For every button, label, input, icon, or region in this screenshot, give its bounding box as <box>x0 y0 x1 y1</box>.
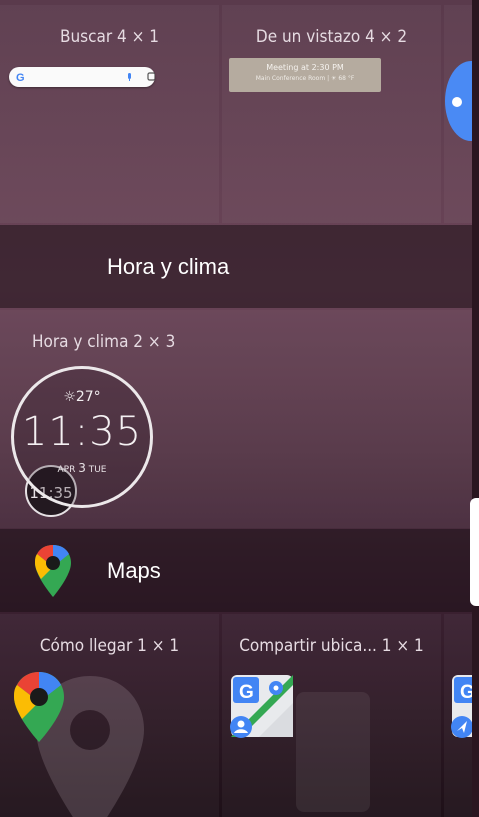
share-location-bg-shape <box>296 692 370 812</box>
widget-clock-title: Hora y clima 2 × 3 <box>32 332 176 352</box>
widget-search-cell[interactable]: Buscar 4 × 1 G <box>0 5 219 223</box>
widget-glance-title: De un vistazo 4 × 2 <box>255 27 408 47</box>
svg-text:G: G <box>239 682 254 703</box>
glance-widget-preview: Meeting at 2:30 PM Main Conference Room … <box>229 58 381 92</box>
clock-date: APR 3 TUE <box>14 461 150 475</box>
glance-event-title: Meeting at 2:30 PM <box>266 63 344 72</box>
share-location-maps-icon: G <box>230 675 293 738</box>
widget-third-row2-cell[interactable]: G <box>444 614 472 817</box>
widget-share-location-title: Compartir ubica... 1 × 1 <box>239 636 424 656</box>
clock-app-label: Hora y clima <box>107 253 230 279</box>
assistant-dot-icon <box>452 97 462 107</box>
screen-right-edge <box>472 0 479 817</box>
navigation-maps-icon: G <box>451 675 472 738</box>
clock-date-weekday: TUE <box>88 465 107 475</box>
maps-pin-icon <box>35 545 71 597</box>
widget-directions-title: Cómo llegar 1 × 1 <box>39 636 180 656</box>
clock-date-month: APR <box>57 465 76 475</box>
scroll-indicator[interactable] <box>470 498 479 606</box>
directions-maps-pin-icon <box>14 672 64 742</box>
app-row-clock[interactable]: 11:35 Hora y clima <box>0 225 472 517</box>
widget-share-location-cell[interactable]: Compartir ubica... 1 × 1 G <box>222 614 441 817</box>
widget-search-title: Buscar 4 × 1 <box>59 27 160 47</box>
widget-directions-cell[interactable]: Cómo llegar 1 × 1 <box>0 614 219 817</box>
widget-picker-screen: Buscar 4 × 1 G De un vistazo 4 × 2 Meeti… <box>0 0 479 817</box>
widget-third-cell[interactable]: S <box>444 5 472 223</box>
svg-text:G: G <box>16 72 25 84</box>
glance-event-details: Main Conference Room | ☀ 68 °F <box>255 75 355 82</box>
search-widget-preview: G <box>9 67 156 87</box>
google-search-bar-icons: G <box>16 72 156 84</box>
clock-date-day: 3 <box>78 461 86 475</box>
maps-app-label: Maps <box>107 557 161 583</box>
clock-weather: ☼27° <box>63 389 101 405</box>
clock-widget-preview: ☼27° 11:35 APR 3 TUE <box>11 366 153 508</box>
svg-text:G: G <box>460 682 472 703</box>
app-row-maps[interactable]: Maps <box>0 529 472 612</box>
clock-time: 11:35 <box>21 409 143 455</box>
widget-glance-cell[interactable]: De un vistazo 4 × 2 <box>222 5 441 223</box>
